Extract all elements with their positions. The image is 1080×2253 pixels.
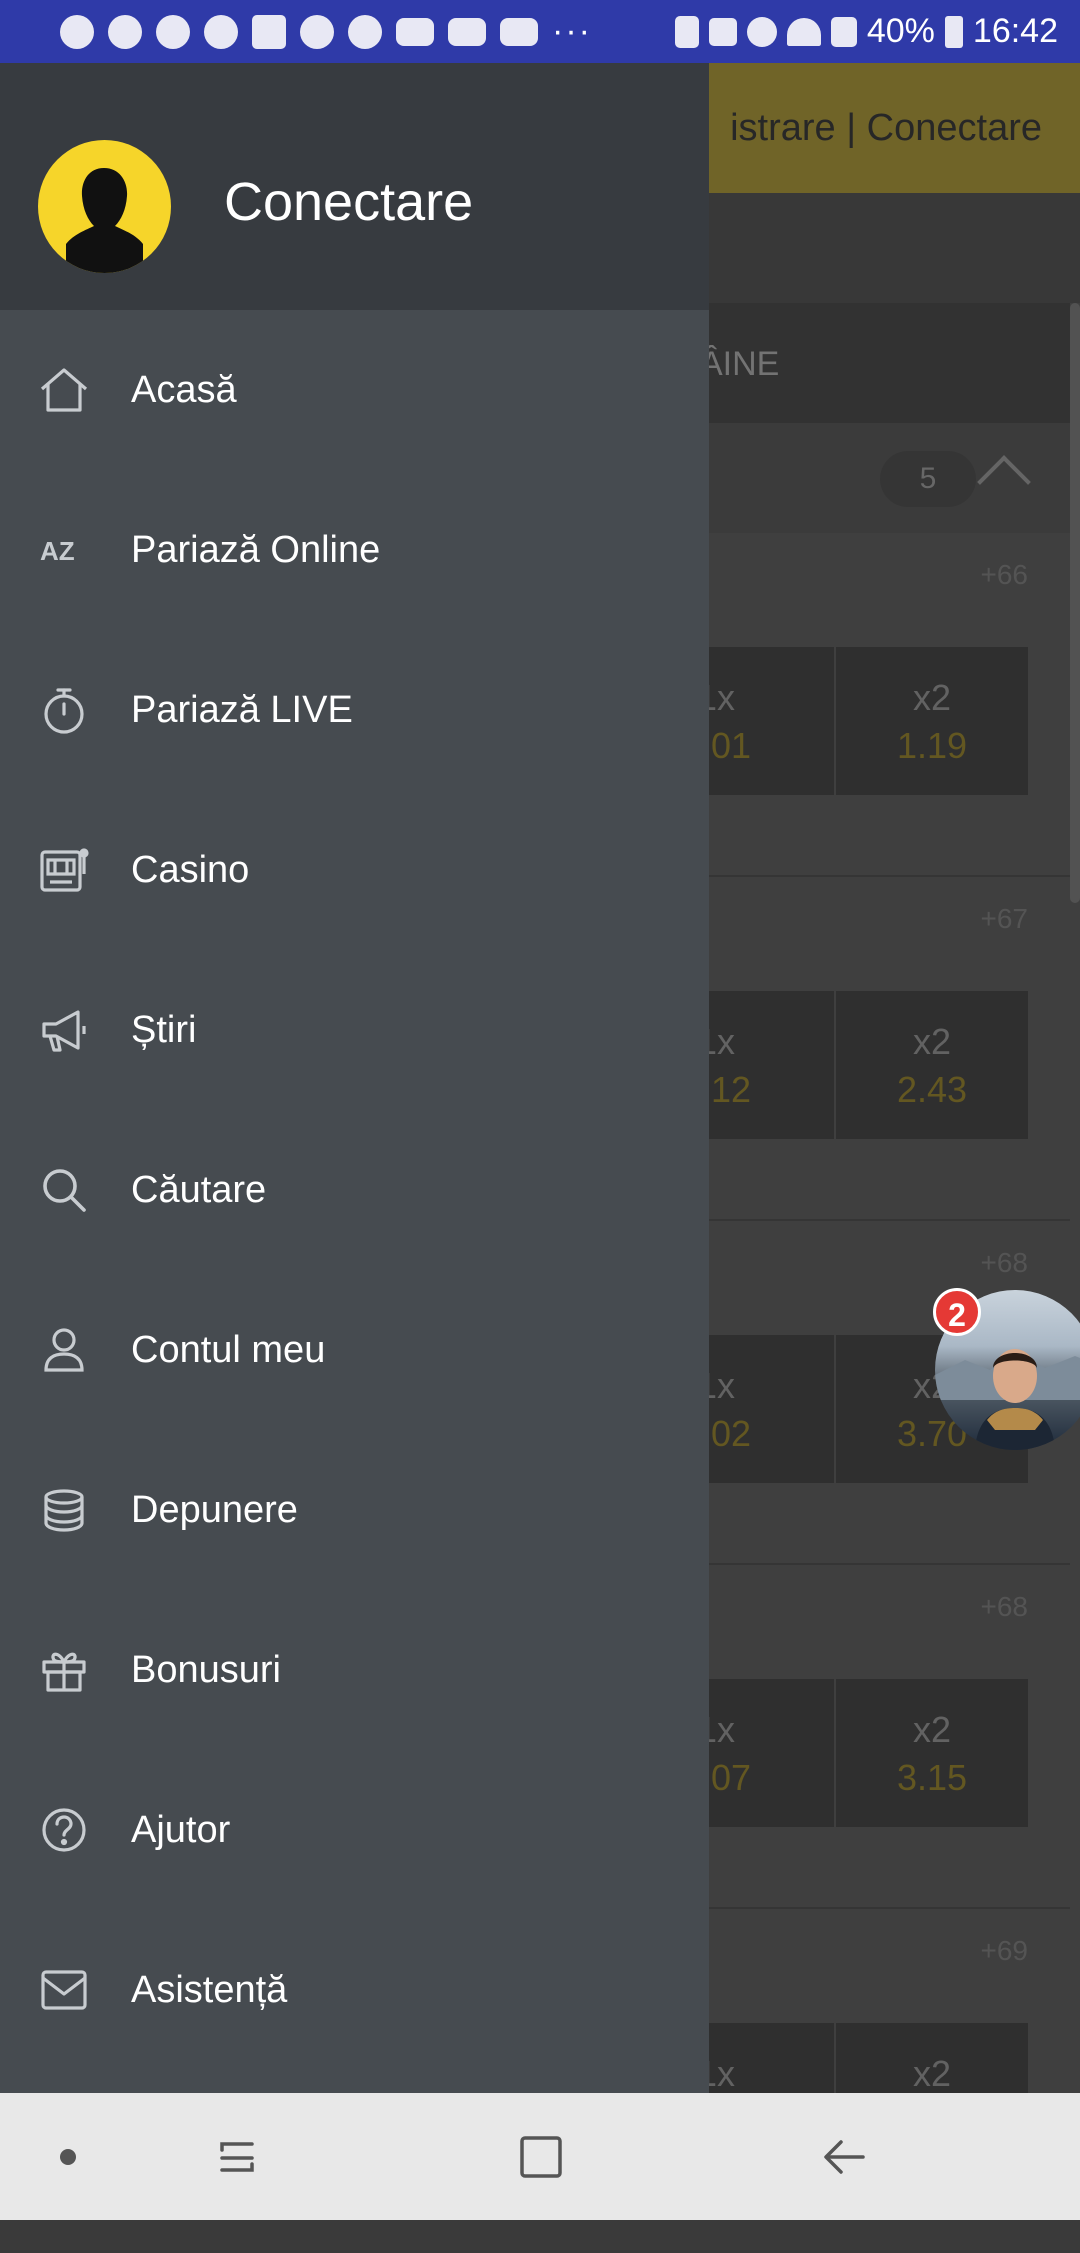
- recents-icon[interactable]: [208, 2128, 266, 2186]
- youtube-icon: [448, 17, 486, 46]
- menu-item-label: Acasă: [131, 368, 237, 411]
- battery-saver-icon: [674, 15, 699, 48]
- unread-badge: 2: [933, 1288, 981, 1336]
- menu-item-home[interactable]: Acasă: [0, 310, 709, 470]
- coins-icon: [38, 1484, 90, 1536]
- toon-blast-icon: [300, 14, 334, 49]
- menu-item-bonuses[interactable]: Bonusuri: [0, 1590, 709, 1750]
- user-silhouette-icon[interactable]: [38, 140, 171, 273]
- drawer-menu: Acasă AZ Pariază Online Pariază LIVE Cas…: [0, 310, 709, 2070]
- mail-icon: [38, 1964, 90, 2016]
- menu-item-bet-online[interactable]: AZ Pariază Online: [0, 470, 709, 630]
- menu-item-bet-live[interactable]: Pariază LIVE: [0, 630, 709, 790]
- menu-item-search[interactable]: Căutare: [0, 1110, 709, 1270]
- menu-item-label: Căutare: [131, 1168, 267, 1211]
- mute-icon: [708, 17, 737, 46]
- clock: 16:42: [972, 12, 1058, 50]
- menu-item-label: Pariază LIVE: [131, 688, 353, 731]
- signal-icon: [830, 16, 857, 47]
- music-icon: [60, 14, 94, 49]
- help-icon: [38, 1804, 90, 1856]
- home-button-icon[interactable]: [512, 2128, 570, 2186]
- menu-item-casino[interactable]: Casino: [0, 790, 709, 950]
- menu-item-news[interactable]: Știri: [0, 950, 709, 1110]
- battery-percent: 40%: [866, 12, 935, 50]
- menu-item-label: Asistență: [131, 1968, 288, 2011]
- login-title[interactable]: Conectare: [224, 171, 473, 233]
- drawer-header[interactable]: Conectare: [0, 63, 709, 310]
- wifi-icon: [786, 17, 821, 46]
- notification-icons: ···: [60, 12, 675, 51]
- app-grid-icon: [348, 14, 382, 49]
- accessibility-icon: [204, 14, 238, 49]
- menu-item-deposit[interactable]: Depunere: [0, 1430, 709, 1590]
- navigation-drawer: Conectare Acasă AZ Pariază Online Pariaz…: [0, 63, 709, 2093]
- alarm-icon: [746, 16, 777, 47]
- az-icon: AZ: [38, 524, 90, 576]
- svg-text:AZ: AZ: [40, 536, 75, 566]
- snapchat-icon: [156, 14, 190, 49]
- back-icon[interactable]: [815, 2128, 873, 2186]
- menu-item-label: Casino: [131, 848, 250, 891]
- messenger-icon: [108, 14, 142, 49]
- slot-machine-icon: [38, 844, 90, 896]
- menu-item-label: Ajutor: [131, 1808, 231, 1851]
- home-icon: [38, 364, 90, 416]
- user-icon: [38, 1324, 90, 1376]
- menu-item-label: Știri: [131, 1008, 197, 1051]
- menu-item-label: Pariază Online: [131, 528, 381, 571]
- menu-item-support[interactable]: Asistență: [0, 1910, 709, 2070]
- stopwatch-icon: [38, 684, 90, 736]
- more-notifications-icon: ···: [552, 12, 592, 50]
- menu-item-my-account[interactable]: Contul meu: [0, 1270, 709, 1430]
- youtube-icon: [396, 17, 434, 46]
- megaphone-icon: [38, 1004, 90, 1056]
- menu-item-label: Bonusuri: [131, 1648, 281, 1691]
- nav-hide-dot[interactable]: [60, 2149, 76, 2165]
- gallery-icon: [252, 14, 286, 49]
- search-icon: [38, 1164, 90, 1216]
- menu-item-label: Depunere: [131, 1488, 298, 1531]
- youtube-icon: [500, 17, 538, 46]
- menu-item-label: Contul meu: [131, 1328, 326, 1371]
- system-nav-bar: [0, 2093, 1080, 2220]
- chat-head-bubble[interactable]: 2: [933, 1288, 1080, 1450]
- battery-icon: [944, 15, 963, 48]
- status-bar: ··· 40% 16:42: [0, 0, 1080, 63]
- menu-item-help[interactable]: Ajutor: [0, 1750, 709, 1910]
- gift-icon: [38, 1644, 90, 1696]
